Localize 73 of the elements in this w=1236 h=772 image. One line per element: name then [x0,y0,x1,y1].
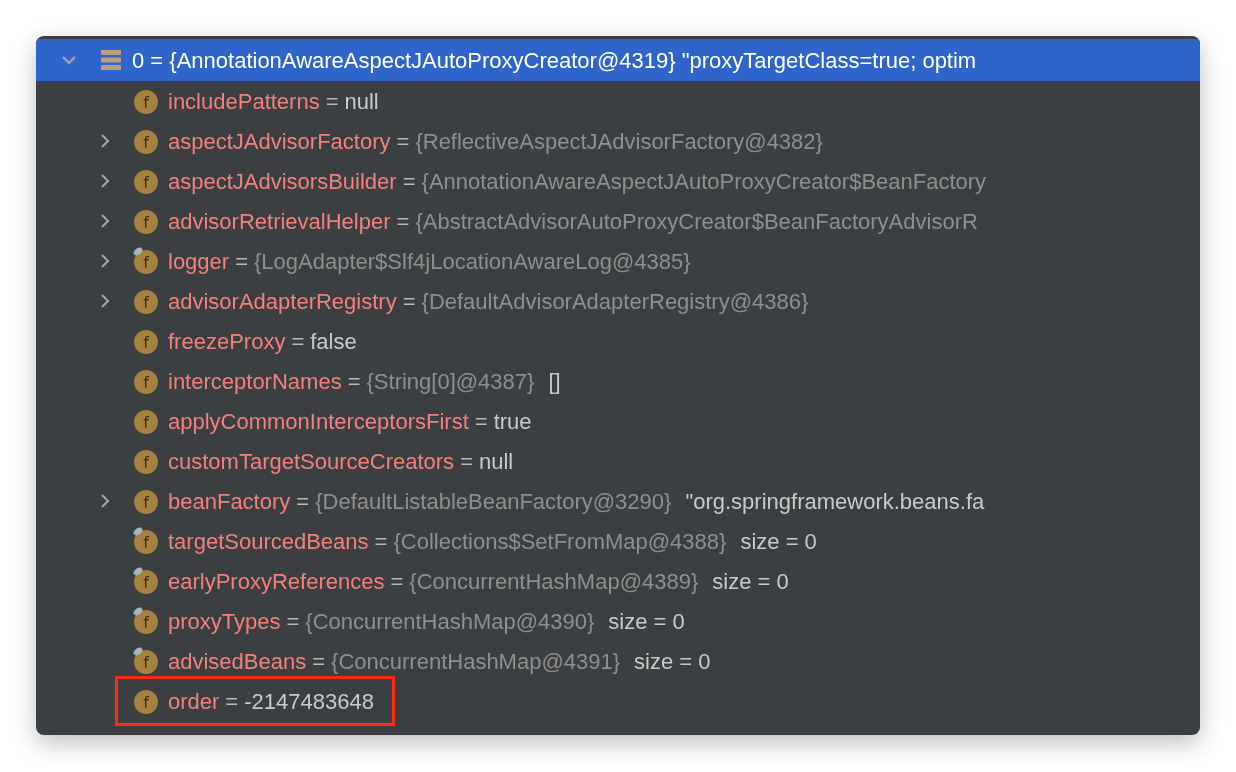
field-value: {ConcurrentHashMap@4390} [305,607,595,636]
value-detail: size = 0 [608,607,685,636]
field-icon: f [132,327,160,355]
equals-sign: = [325,87,339,116]
field-name: beanFactory [168,487,291,516]
field-value: {DefaultListableBeanFactory@3290} [315,487,672,516]
field-name: order [168,687,220,716]
list-icon [100,49,122,71]
field-value: {String[0]@4387} [366,367,535,396]
value-detail: size = 0 [634,647,711,676]
field-icon: f [132,687,160,715]
equals-sign: = [291,327,305,356]
field-name: freezeProxy [168,327,286,356]
value-detail: size = 0 [712,567,789,596]
field-name: advisedBeans [168,647,307,676]
field-value: {ConcurrentHashMap@4389} [409,567,699,596]
value-detail: [] [548,367,561,396]
equals-sign: = [396,207,410,236]
field-value: true [493,407,532,436]
equals-sign: = [235,247,248,276]
equals-sign: = [396,127,410,156]
equals-sign: = [474,407,488,436]
field-name: targetSourcedBeans [168,527,369,556]
equals-sign: = [402,287,416,316]
field-pin-icon: f [132,607,160,635]
field-name: logger [168,247,230,276]
equals-sign: = [460,447,473,476]
field-pin-icon: f [132,567,160,595]
equals-sign: = [312,647,326,676]
field-name: earlyProxyReferences [168,567,385,596]
field-value: {DefaultAdvisorAdapterRegistry@4386} [421,287,809,316]
value-detail: size = 0 [740,527,817,556]
equals-sign: = [374,527,388,556]
field-icon: f [132,127,160,155]
field-value: {AnnotationAwareAspectJAutoProxyCreator$BeanFactory [421,167,987,196]
selected-row[interactable]: 0 = {AnnotationAwareAspectJAutoProxyCreator@4319} "proxyTargetClass=true; optim [36,39,1200,81]
field-name: customTargetSourceCreators [168,447,455,476]
field-name: applyCommonInterceptorsFirst [168,407,469,436]
equals-sign: = [347,367,361,396]
field-pin-icon: f [132,247,160,275]
field-value: null [344,87,379,116]
field-name: includePatterns [168,87,320,116]
field-icon: f [132,207,160,235]
field-icon: f [132,167,160,195]
field-pin-icon: f [132,527,160,555]
equals-sign: = [225,687,239,716]
field-name: advisorAdapterRegistry [168,287,397,316]
field-icon: f [132,487,160,515]
field-name: interceptorNames [168,367,342,396]
field-value: {LogAdapter$Slf4jLocationAwareLog@4385} [254,247,691,276]
equals-sign: = [296,487,310,516]
field-name: proxyTypes [168,607,281,636]
field-value: {ReflectiveAspectJAdvisorFactory@4382} [415,127,823,156]
field-name: aspectJAdvisorsBuilder [168,167,397,196]
field-icon: f [132,287,160,315]
field-value: {Collections$SetFromMap@4388} [393,527,727,556]
equals-sign: = [402,167,416,196]
field-value: false [310,327,357,356]
field-icon: f [132,447,160,475]
field-value: -2147483648 [244,687,374,716]
field-name: aspectJAdvisorFactory [168,127,391,156]
variable-label: 0 = {AnnotationAwareAspectJAutoProxyCreator@4319} "proxyTargetClass=true; optim [132,46,977,75]
value-detail: "org.springframework.beans.fa [685,487,985,516]
field-icon: f [132,367,160,395]
field-value: {ConcurrentHashMap@4391} [331,647,621,676]
equals-sign: = [390,567,404,596]
field-icon: f [132,87,160,115]
field-value: {AbstractAdvisorAutoProxyCreator$BeanFactoryAdvisorR [415,207,978,236]
field-name: advisorRetrievalHelper [168,207,391,236]
field-pin-icon: f [132,647,160,675]
equals-sign: = [286,607,300,636]
field-value: null [479,447,514,476]
field-icon: f [132,407,160,435]
